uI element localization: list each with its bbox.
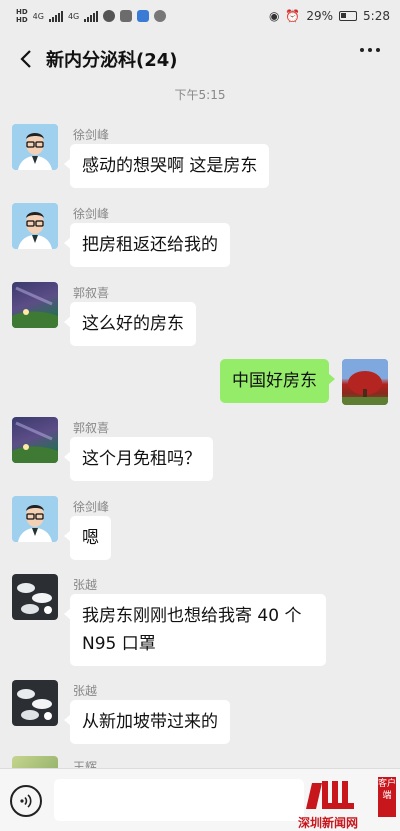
man-glasses-avatar-icon [12,124,58,170]
message-item: 郭叙喜 这个月免租吗？ [0,417,400,487]
avatar[interactable] [12,282,58,328]
message-line: N95 口罩 [82,634,156,654]
sender-name: 张越 [73,578,98,592]
hd-label-1: HD [16,8,28,16]
red-tree-avatar-icon [342,359,388,405]
message-item: 张越 我房东刚刚也想给我寄 40 个 N95 口罩 [0,574,400,670]
message-bubble[interactable]: 我房东刚刚也想给我寄 40 个 N95 口罩 [64,594,326,666]
sender-name: 郭叙喜 [73,286,110,300]
back-button[interactable] [14,44,38,74]
battery-icon [339,11,358,21]
avatar[interactable] [12,680,58,726]
image-notification-icon [120,10,133,22]
man-glasses-avatar-icon [12,203,58,249]
chat-header: 新内分泌科(24) [0,32,400,86]
alarm-icon: ⏰ [285,9,301,23]
message-bubble-mine[interactable]: 中国好房东 [220,359,335,403]
message-item: 郭叙喜 这么好的房东 [0,282,400,352]
man-glasses-avatar-icon [12,496,58,542]
back-arrow-icon [20,50,31,68]
message-bubble[interactable]: 这么好的房东 [64,302,196,346]
message-item: 张越 从新加坡带过来的 [0,680,400,750]
message-item: 徐剑峰 把房租返还给我的 [0,203,400,273]
message-bubble[interactable]: 感动的想哭啊 这是房东 [63,144,270,188]
sender-name: 徐剑峰 [73,500,110,514]
status-left: HD HD 4G 4G [16,8,167,24]
network-label-1: 4G [32,11,44,21]
signal-icon [48,10,63,22]
sender-name: 徐剑峰 [73,207,110,221]
sender-name: 郭叙喜 [73,421,110,435]
masks-avatar-icon [17,689,52,720]
night-sky-avatar-icon [12,286,58,328]
avatar[interactable] [12,574,58,620]
avatar[interactable] [12,496,58,542]
message-item: 徐剑峰 嗯 [0,496,400,566]
message-bubble[interactable]: 这个月免租吗？ [64,437,213,481]
my-avatar[interactable] [342,359,388,405]
message-item-mine: 中国好房东 [0,359,400,409]
signal-icon-2 [84,10,99,22]
sync-notification-icon [154,10,167,22]
time-divider: 下午5:15 [174,88,226,102]
watermark-side-text: 客户端 [378,777,396,817]
battery-percent: 29% [306,9,334,23]
message-line: 我房东刚刚也想给我寄 40 个 [82,606,302,626]
voice-button[interactable] [10,785,42,817]
eye-comfort-icon: ◉ [268,9,280,23]
shenzhen-news-logo-icon [306,781,354,809]
message-input[interactable] [54,779,304,821]
hd-indicator: HD HD [16,8,28,24]
more-dots-icon [360,48,364,52]
clock: 5:28 [363,9,390,23]
status-bar: HD HD 4G 4G ◉ ⏰ 29% 5:28 [0,0,400,32]
app-notification-icon [137,10,150,22]
sender-name: 徐剑峰 [73,128,110,142]
chat-title: 新内分泌科(24) [46,50,178,71]
more-button[interactable] [360,48,380,52]
hd-label-2: HD [16,16,28,24]
avatar[interactable] [12,203,58,249]
chat-notification-icon [103,10,116,22]
watermark-brand: 深圳新闻网 [298,816,359,830]
masks-avatar-icon [17,583,52,614]
input-bar: 客户端 深圳新闻网 [0,768,400,831]
message-bubble[interactable]: 从新加坡带过来的 [64,700,230,744]
more-dot [376,48,380,52]
more-dot [368,48,372,52]
status-right: ◉ ⏰ 29% 5:28 [269,9,390,23]
sender-name: 张越 [73,684,98,698]
avatar[interactable] [12,417,58,463]
network-label-2: 4G [67,11,80,21]
message-item: 徐剑峰 感动的想哭啊 这是房东 [0,124,400,194]
news-watermark: 客户端 深圳新闻网 [298,775,398,831]
avatar[interactable] [12,124,58,170]
night-sky-avatar-icon [12,421,58,463]
voice-icon [20,794,32,808]
message-bubble[interactable]: 嗯 [64,516,111,560]
message-bubble[interactable]: 把房租返还给我的 [64,223,230,267]
